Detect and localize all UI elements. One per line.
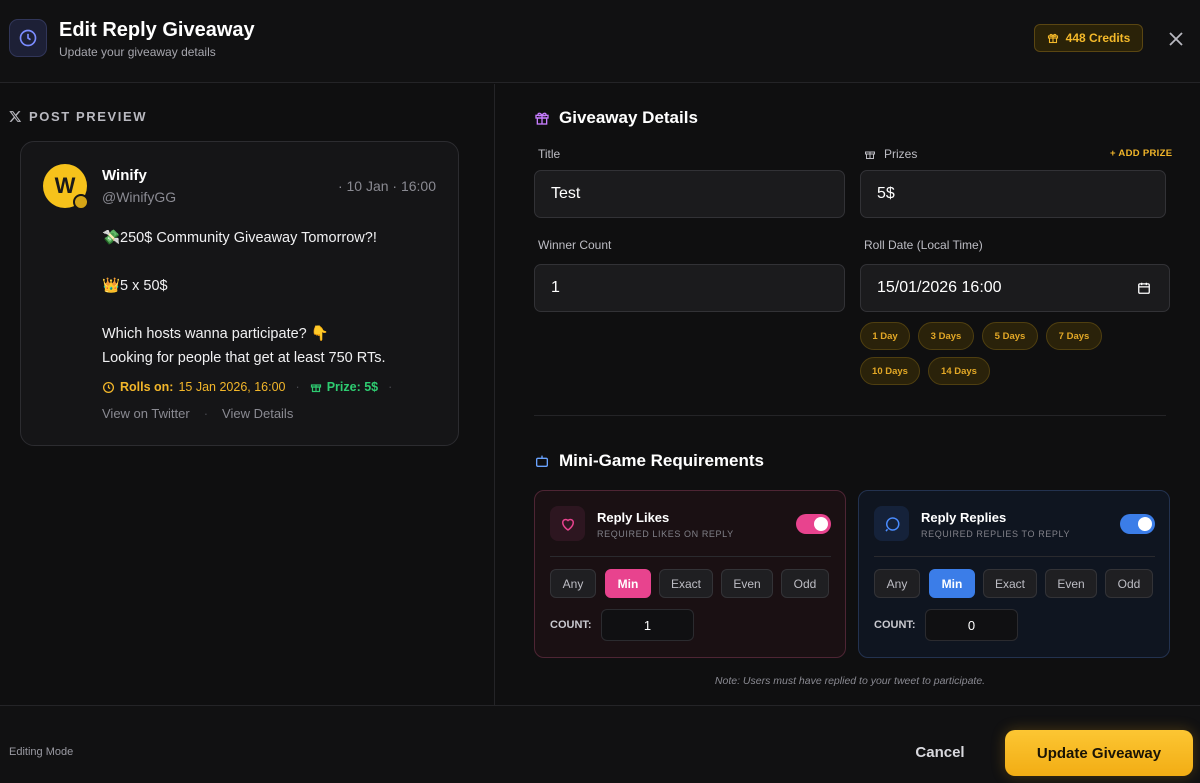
tweet-line: Which hosts wanna participate? 👇 xyxy=(102,326,329,342)
verified-badge-icon xyxy=(73,194,89,210)
tweet-meta: Rolls on: 15 Jan 2026, 16:00 · Prize: 5$ … xyxy=(102,380,392,394)
view-on-twitter-link[interactable]: View on Twitter xyxy=(102,406,190,421)
calendar-icon[interactable] xyxy=(1137,281,1151,295)
clock-icon xyxy=(9,19,47,57)
tweet-line: 💸250$ Community Giveaway Tomorrow?! xyxy=(102,230,377,246)
gift-icon xyxy=(865,151,875,159)
update-giveaway-button[interactable]: Update Giveaway xyxy=(1005,730,1193,776)
tweet-author-name: Winify xyxy=(102,167,147,184)
gift-icon xyxy=(535,112,549,125)
tweet-author-handle: @WinifyGG xyxy=(102,189,177,205)
cancel-button[interactable]: Cancel xyxy=(896,730,984,774)
quick-chip-3-days[interactable]: 3 Days xyxy=(918,322,974,350)
tweet-links: View on Twitter · View Details xyxy=(102,406,294,421)
winner-count-label: Winner Count xyxy=(538,238,612,252)
rolls-on: Rolls on: 15 Jan 2026, 16:00 xyxy=(102,380,286,394)
roll-date-input[interactable]: 15/01/2026 16:00 xyxy=(860,264,1170,312)
likes-mode-min[interactable]: Min xyxy=(605,569,651,598)
close-icon xyxy=(1169,32,1183,46)
modal-title: Edit Reply Giveaway xyxy=(59,19,255,41)
requirements-note: Note: Users must have replied to your tw… xyxy=(714,675,986,687)
tweet-body: 💸250$ Community Giveaway Tomorrow?! 👑5 x… xyxy=(102,226,442,370)
tweet-date: · 10 Jan · 16:00 xyxy=(337,178,436,194)
replies-mode-odd[interactable]: Odd xyxy=(1105,569,1153,598)
reply-replies-card: Reply Replies REQUIRED REPLIES TO REPLY … xyxy=(858,490,1170,658)
editing-mode-label: Editing Mode xyxy=(9,746,74,758)
reply-replies-toggle[interactable] xyxy=(1120,514,1155,534)
section-divider xyxy=(534,415,1166,416)
modal-header: Edit Reply Giveaway Update your giveaway… xyxy=(0,0,1200,83)
credits-badge: 448 Credits xyxy=(1034,24,1143,52)
replies-mode-even[interactable]: Even xyxy=(1045,569,1097,598)
tweet-line: Looking for people that get at least 750… xyxy=(102,350,386,366)
quick-chip-5-days[interactable]: 5 Days xyxy=(982,322,1038,350)
form-panel: Giveaway Details Title Test Prizes + ADD… xyxy=(496,84,1200,705)
robot-icon xyxy=(536,455,548,467)
x-logo-icon xyxy=(9,111,22,122)
replies-mode-exact[interactable]: Exact xyxy=(983,569,1037,598)
reply-likes-toggle[interactable] xyxy=(796,514,831,534)
replies-mode-any[interactable]: Any xyxy=(874,569,920,598)
reply-likes-title: Reply Likes xyxy=(597,510,670,525)
tweet-line: 👑5 x 50$ xyxy=(102,278,168,294)
chat-bubble-icon xyxy=(874,506,909,541)
likes-count-label: COUNT: xyxy=(550,619,592,631)
prize-info: Prize: 5$ xyxy=(310,380,378,394)
gift-icon xyxy=(1047,33,1058,44)
heart-icon xyxy=(550,506,585,541)
mini-game-title: Mini-Game Requirements xyxy=(534,451,764,471)
winner-count-input[interactable]: 1 xyxy=(534,264,845,312)
quick-chip-10-days[interactable]: 10 Days xyxy=(860,357,920,385)
quick-chip-1-day[interactable]: 1 Day xyxy=(860,322,910,350)
post-preview-panel: POST PREVIEW W Winify @WinifyGG · 10 Jan… xyxy=(0,84,495,705)
title-input[interactable]: Test xyxy=(534,170,845,218)
clock-icon xyxy=(102,381,115,393)
gift-icon xyxy=(310,384,321,393)
roll-date-label: Roll Date (Local Time) xyxy=(864,238,983,252)
likes-mode-odd[interactable]: Odd xyxy=(781,569,829,598)
title-label: Title xyxy=(538,147,561,161)
quick-chip-14-days[interactable]: 14 Days xyxy=(928,357,990,385)
quick-chip-7-days[interactable]: 7 Days xyxy=(1046,322,1102,350)
reply-likes-card: Reply Likes REQUIRED LIKES ON REPLY Any … xyxy=(534,490,846,658)
replies-mode-min[interactable]: Min xyxy=(929,569,975,598)
add-prize-button[interactable]: + ADD PRIZE xyxy=(1110,148,1172,159)
view-details-link[interactable]: View Details xyxy=(222,406,293,421)
prizes-label: Prizes xyxy=(864,147,917,161)
tweet-card: W Winify @WinifyGG · 10 Jan · 16:00 💸250… xyxy=(20,141,459,446)
likes-mode-exact[interactable]: Exact xyxy=(659,569,713,598)
likes-count-input[interactable]: 1 xyxy=(601,609,694,641)
reply-replies-subtitle: REQUIRED REPLIES TO REPLY xyxy=(921,529,1071,539)
giveaway-details-title: Giveaway Details xyxy=(534,108,698,128)
modal-subtitle: Update your giveaway details xyxy=(59,45,216,59)
modal-footer: Editing Mode Cancel Update Giveaway xyxy=(0,705,1200,783)
replies-count-input[interactable]: 0 xyxy=(925,609,1018,641)
post-preview-label: POST PREVIEW xyxy=(9,109,147,124)
reply-replies-title: Reply Replies xyxy=(921,510,1007,525)
likes-mode-even[interactable]: Even xyxy=(721,569,773,598)
close-button[interactable] xyxy=(1164,27,1188,51)
credits-text: 448 Credits xyxy=(1065,31,1131,45)
likes-mode-any[interactable]: Any xyxy=(550,569,596,598)
replies-count-label: COUNT: xyxy=(874,619,916,631)
prize-input[interactable]: 5$ xyxy=(860,170,1166,218)
reply-likes-subtitle: REQUIRED LIKES ON REPLY xyxy=(597,529,734,539)
